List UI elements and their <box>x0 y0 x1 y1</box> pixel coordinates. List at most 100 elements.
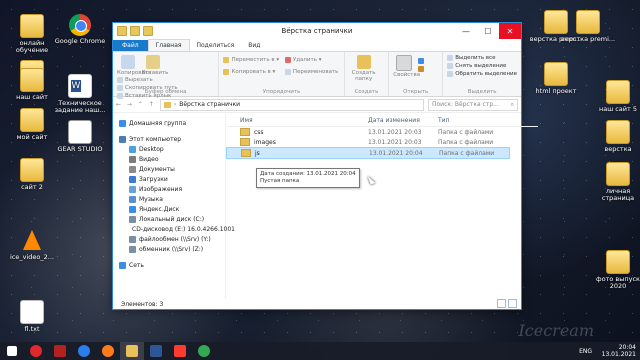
desktop-icon-right-5[interactable]: личная страница <box>590 162 640 202</box>
file-name: css <box>254 128 264 136</box>
start-button[interactable] <box>0 342 24 360</box>
search-icon: ⌕ <box>510 100 514 108</box>
folder-icon <box>576 10 600 34</box>
clock-time[interactable]: 20:04 <box>602 344 636 351</box>
paste-button[interactable]: Вставить <box>142 54 168 76</box>
desktop-icon-right-3[interactable]: наш сайт 5 <box>590 80 640 113</box>
rename-button[interactable]: Переименовать <box>284 68 338 76</box>
navigation-buttons[interactable]: ← → ⌃ ↑ <box>116 101 156 108</box>
sidebar-item[interactable]: Документы <box>113 164 225 174</box>
desktop-icon-right-4[interactable]: верстка <box>590 120 640 153</box>
sidebar-item-label: Яндекс.Диск <box>139 205 180 213</box>
sidebar-item[interactable]: Музыка <box>113 194 225 204</box>
taskbar-yandex-button[interactable] <box>168 342 192 360</box>
taskbar-edge-button[interactable] <box>72 342 96 360</box>
tab-file[interactable]: Файл <box>113 40 148 51</box>
chrome-icon <box>69 14 91 36</box>
clock-date[interactable]: 13.01.2021 <box>602 351 636 358</box>
location-icon <box>129 195 136 203</box>
maximize-button[interactable]: ☐ <box>477 23 499 39</box>
taskbar-opera-button[interactable] <box>24 342 48 360</box>
icons-view-button[interactable] <box>508 299 517 308</box>
desktop-icon-label: фото выпуск 2020 <box>596 275 640 290</box>
file-date: 13.01.2021 20:03 <box>368 128 422 136</box>
minimize-button[interactable]: — <box>455 23 477 39</box>
file-row-images[interactable]: images 13.01.2021 20:03 Папка с файлами <box>226 137 538 147</box>
group-label: Создать <box>354 89 379 95</box>
sidebar-item[interactable]: Яндекс.Диск <box>113 204 225 214</box>
copy-button[interactable]: Копировать <box>117 54 151 76</box>
sidebar-item[interactable]: Desktop <box>113 144 225 154</box>
desktop-icon-left-1[interactable]: Google Chrome <box>52 14 108 45</box>
folder-icon <box>606 250 630 274</box>
desktop-icon-label: fl.txt <box>24 325 40 333</box>
location-icon <box>119 119 126 127</box>
taskbar-firefox-button[interactable] <box>96 342 120 360</box>
move-to-button[interactable]: Переместить в ▾ <box>223 56 279 64</box>
sidebar-item[interactable]: файлообмен (\\Srv) (Y:) <box>113 234 225 244</box>
sidebar-item[interactable]: CD-дисковод (E:) 16.0.4266.1001 <box>113 224 235 234</box>
tooltip: Дата создания: 13.01.2021 20:04 Пустая п… <box>256 168 360 188</box>
sidebar-item-label: Локальный диск (C:) <box>139 215 205 223</box>
folder-icon <box>240 128 250 136</box>
sidebar-item[interactable]: Изображения <box>113 184 225 194</box>
desktop-icon-label: Google Chrome <box>54 37 106 45</box>
desktop-icon-right-2[interactable]: html проект <box>528 62 584 95</box>
taskbar-filezilla-button[interactable] <box>48 342 72 360</box>
desktop-icon-left-8[interactable]: ice_video_2... <box>4 230 60 261</box>
sidebar-item-label: файлообмен (\\Srv) (Y:) <box>139 235 211 243</box>
copy-to-button[interactable]: Копировать в ▾ <box>223 68 279 76</box>
taskbar-chrome-button[interactable] <box>192 342 216 360</box>
desktop-icon-label: наш сайт 5 <box>598 105 638 113</box>
desktop-icon-right-6[interactable]: фото выпуск 2020 <box>590 250 640 290</box>
path-input[interactable]: › Вёрстка странички <box>159 98 424 111</box>
desktop-icon-label: ice_video_2... <box>10 253 54 261</box>
title-bar[interactable]: Вёрстка странички — ☐ ✕ <box>113 23 521 39</box>
column-type[interactable]: Тип <box>438 117 508 124</box>
column-name[interactable]: Имя <box>226 117 368 124</box>
select-none-button[interactable]: Снять выделение <box>447 62 517 70</box>
sidebar-item[interactable]: Локальный диск (C:) <box>113 214 225 224</box>
location-icon <box>129 245 136 253</box>
desktop-icon-right-1[interactable]: верстка premi... <box>560 10 616 43</box>
language-indicator[interactable]: ENG <box>579 348 592 355</box>
cut-button[interactable]: Вырезать <box>117 76 178 84</box>
sidebar-item[interactable]: Видео <box>113 154 225 164</box>
explorer-icon <box>126 345 138 357</box>
taskbar-word-button[interactable] <box>144 342 168 360</box>
sidebar-item[interactable]: Домашняя группа <box>113 118 225 128</box>
file-type: Папка с файлами <box>439 149 495 157</box>
desktop-icon-left-7[interactable]: сайт 2 <box>4 158 60 191</box>
location-icon <box>129 145 136 153</box>
sidebar-item[interactable]: Этот компьютер <box>113 134 225 144</box>
properties-button[interactable]: Свойства <box>393 54 420 78</box>
explorer-window: Вёрстка странички — ☐ ✕ Файл Главная Под… <box>112 22 538 310</box>
file-row-js[interactable]: js 13.01.2021 20:04 Папка с файлами <box>226 147 510 159</box>
sidebar-item-label: обменник (\\Srv) (Z:) <box>139 245 204 253</box>
tab-home[interactable]: Главная <box>147 39 190 51</box>
tab-share[interactable]: Поделиться <box>190 40 242 51</box>
sidebar-item[interactable]: Загрузки <box>113 174 225 184</box>
breadcrumb-chevron-icon: › <box>173 101 177 108</box>
sidebar-item[interactable]: обменник (\\Srv) (Z:) <box>113 244 225 254</box>
close-button[interactable]: ✕ <box>499 23 521 39</box>
taskbar-explorer-button[interactable] <box>120 342 144 360</box>
sidebar-item[interactable]: Сеть <box>113 260 225 270</box>
folder-icon <box>20 68 44 92</box>
file-row-css[interactable]: css 13.01.2021 20:03 Папка с файлами <box>226 127 538 137</box>
view-toggle <box>497 299 517 308</box>
desktop-icon-left-9[interactable]: fl.txt <box>4 300 60 333</box>
new-folder-button[interactable]: Создать папку <box>349 54 379 82</box>
group-open: Свойства Открыть <box>389 52 444 96</box>
delete-button[interactable]: Удалить ▾ <box>284 56 339 64</box>
column-date[interactable]: Дата изменения <box>368 117 438 124</box>
details-view-button[interactable] <box>497 299 506 308</box>
select-all-button[interactable]: Выделить все <box>447 54 517 62</box>
file-list: Имя Дата изменения Тип css 13.01.2021 20:… <box>226 114 538 299</box>
search-input[interactable]: Поиск: Вёрстка стр... ⌕ <box>428 98 518 111</box>
desktop-icon-left-6[interactable]: GEAR STUDIO <box>52 120 108 153</box>
tab-view[interactable]: Вид <box>241 40 267 51</box>
invert-selection-button[interactable]: Обратить выделение <box>447 70 517 78</box>
sidebar-item-label: Домашняя группа <box>129 119 187 127</box>
desktop-icon-left-4[interactable]: Техническое задание наш... <box>52 74 108 114</box>
